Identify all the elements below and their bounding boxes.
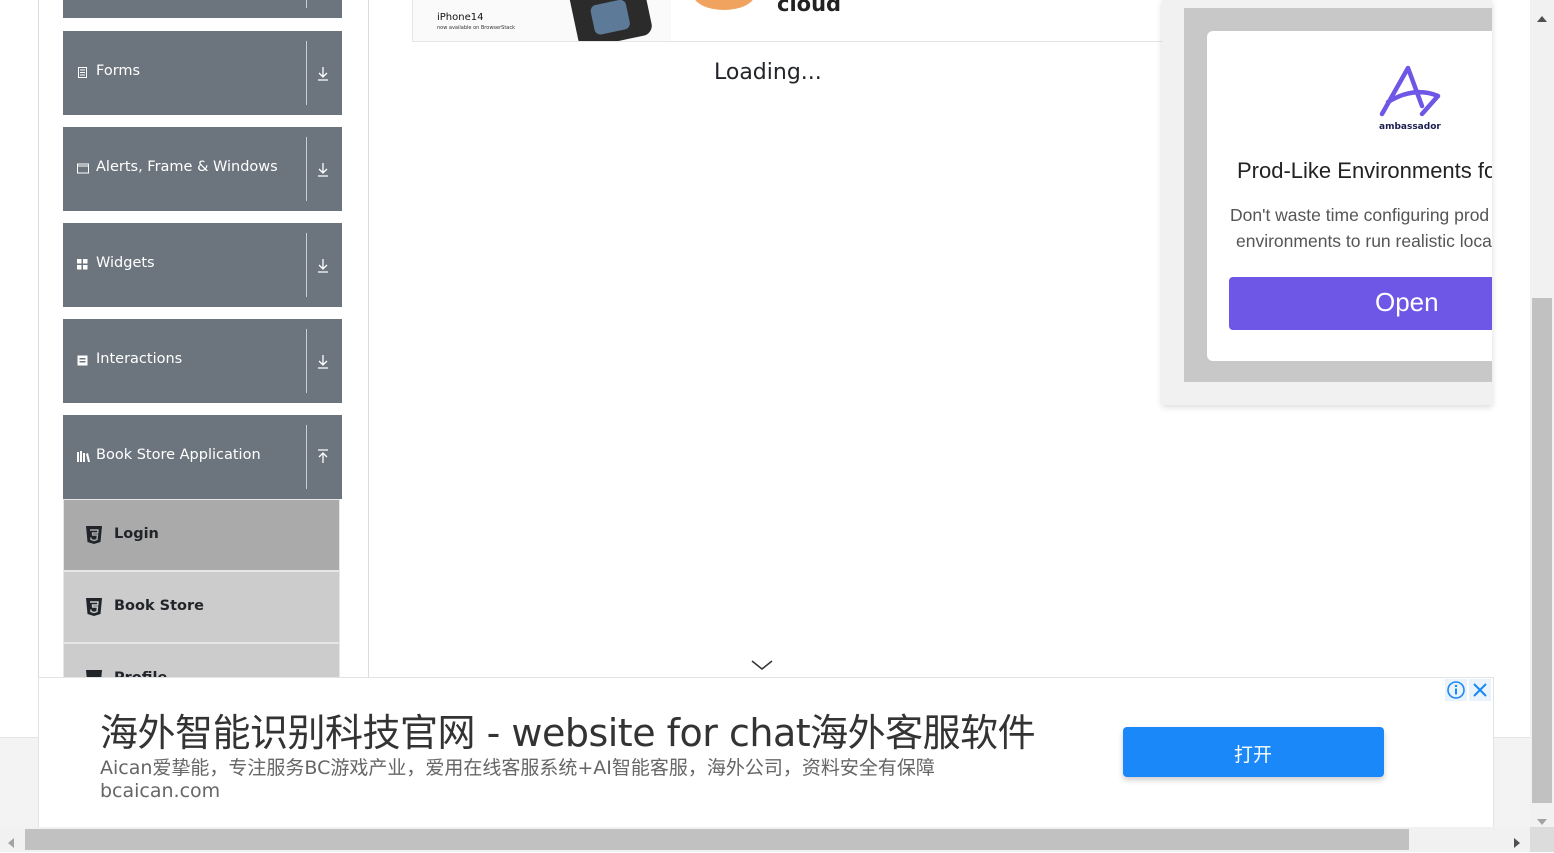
right-side-ad[interactable]: ambassador Prod-Like Environments for Do… <box>1162 0 1492 405</box>
loading-text: Loading... <box>714 60 822 85</box>
sidebar-group-forms[interactable]: Forms <box>63 31 342 115</box>
scroll-up-icon[interactable] <box>1536 8 1548 27</box>
interactions-icon <box>77 355 88 366</box>
vertical-scrollbar[interactable] <box>1530 0 1554 827</box>
expand-arrow-icon[interactable] <box>315 255 331 275</box>
books-icon <box>77 451 90 462</box>
ad-text-line: environments to run realistic loca <box>1236 231 1492 251</box>
sidebar-group-elements[interactable] <box>63 0 342 18</box>
sidebar-group-label: Forms <box>96 63 141 79</box>
ad-text-line: Don't waste time configuring prod <box>1230 205 1490 225</box>
sidebar-group-label: Interactions <box>96 351 183 367</box>
banner-word: cloud <box>777 0 842 16</box>
ad-description: Aican爱挚能，专注服务BC游戏产业，爱用在线客服系统+AI智能客服，海外公司… <box>100 757 935 779</box>
sidebar-item-book-store[interactable]: Book Store <box>63 571 340 643</box>
ad-title: Prod-Like Environments for <box>1237 158 1492 183</box>
sidebar-item-profile[interactable]: Profile <box>63 643 340 679</box>
chevron-down-icon[interactable] <box>750 657 774 676</box>
ad-brand: ambassador <box>1379 122 1441 132</box>
phone-image <box>567 0 654 41</box>
close-icon[interactable] <box>1469 679 1491 701</box>
expand-arrow-icon[interactable] <box>315 351 331 371</box>
banner-phone-subtext: now available on BrowserStack <box>437 25 515 31</box>
html5-icon <box>85 525 105 545</box>
horizontal-scrollbar[interactable] <box>0 827 1530 852</box>
ad-open-button-label: 打开 <box>1234 744 1273 766</box>
open-button[interactable]: Open <box>1229 277 1492 330</box>
html5-icon <box>85 597 105 617</box>
sidebar-group-widgets[interactable]: Widgets <box>63 223 342 307</box>
expand-arrow-icon[interactable] <box>315 159 331 179</box>
group-divider <box>306 329 307 393</box>
open-button-label: Open <box>1375 287 1439 317</box>
window-icon <box>77 163 89 174</box>
group-divider <box>306 233 307 297</box>
ad-open-button[interactable]: 打开 <box>1123 727 1384 777</box>
group-divider <box>306 0 307 8</box>
group-divider <box>306 137 307 201</box>
sidebar-group-alerts[interactable]: Alerts, Frame & Windows <box>63 127 342 211</box>
sidebar-group-book-store[interactable]: Book Store Application <box>63 415 342 499</box>
sidebar-item-login[interactable]: Login <box>63 499 340 571</box>
expand-arrow-icon[interactable] <box>315 63 331 83</box>
sidebar-group-label: Widgets <box>96 255 155 271</box>
form-icon <box>77 67 88 78</box>
vertical-scroll-thumb[interactable] <box>1532 298 1552 803</box>
collapse-arrow-icon[interactable] <box>315 447 331 467</box>
sidebar-group-label: Alerts, Frame & Windows <box>96 159 278 175</box>
ad-title: 海外智能识别科技官网 - website for chat海外客服软件 <box>100 711 1036 755</box>
scroll-right-icon[interactable] <box>1513 834 1521 853</box>
banner-phone-text: iPhone14 <box>437 12 484 23</box>
group-divider <box>306 41 307 105</box>
scrollbar-corner <box>1530 827 1554 852</box>
group-divider <box>306 425 307 489</box>
bottom-banner-ad[interactable]: 海外智能识别科技官网 - website for chat海外客服软件 Aica… <box>38 677 1494 828</box>
ad-domain: bcaican.com <box>100 780 221 802</box>
scroll-left-icon[interactable] <box>7 834 15 853</box>
sidebar-group-interactions[interactable]: Interactions <box>63 319 342 403</box>
horizontal-scroll-thumb[interactable] <box>25 829 1409 850</box>
info-icon[interactable] <box>1445 679 1467 701</box>
widgets-icon <box>77 259 88 270</box>
sidebar-item-label: Login <box>114 526 159 542</box>
sidebar-group-label: Book Store Application <box>96 447 261 463</box>
sidebar-item-label: Book Store <box>114 598 204 614</box>
top-banner-ad[interactable]: iPhone14 now available on BrowserStack c… <box>412 0 1194 42</box>
ambassador-logo-icon <box>1378 62 1442 122</box>
ad-text: Don't waste time configuring prod enviro… <box>1230 202 1492 254</box>
